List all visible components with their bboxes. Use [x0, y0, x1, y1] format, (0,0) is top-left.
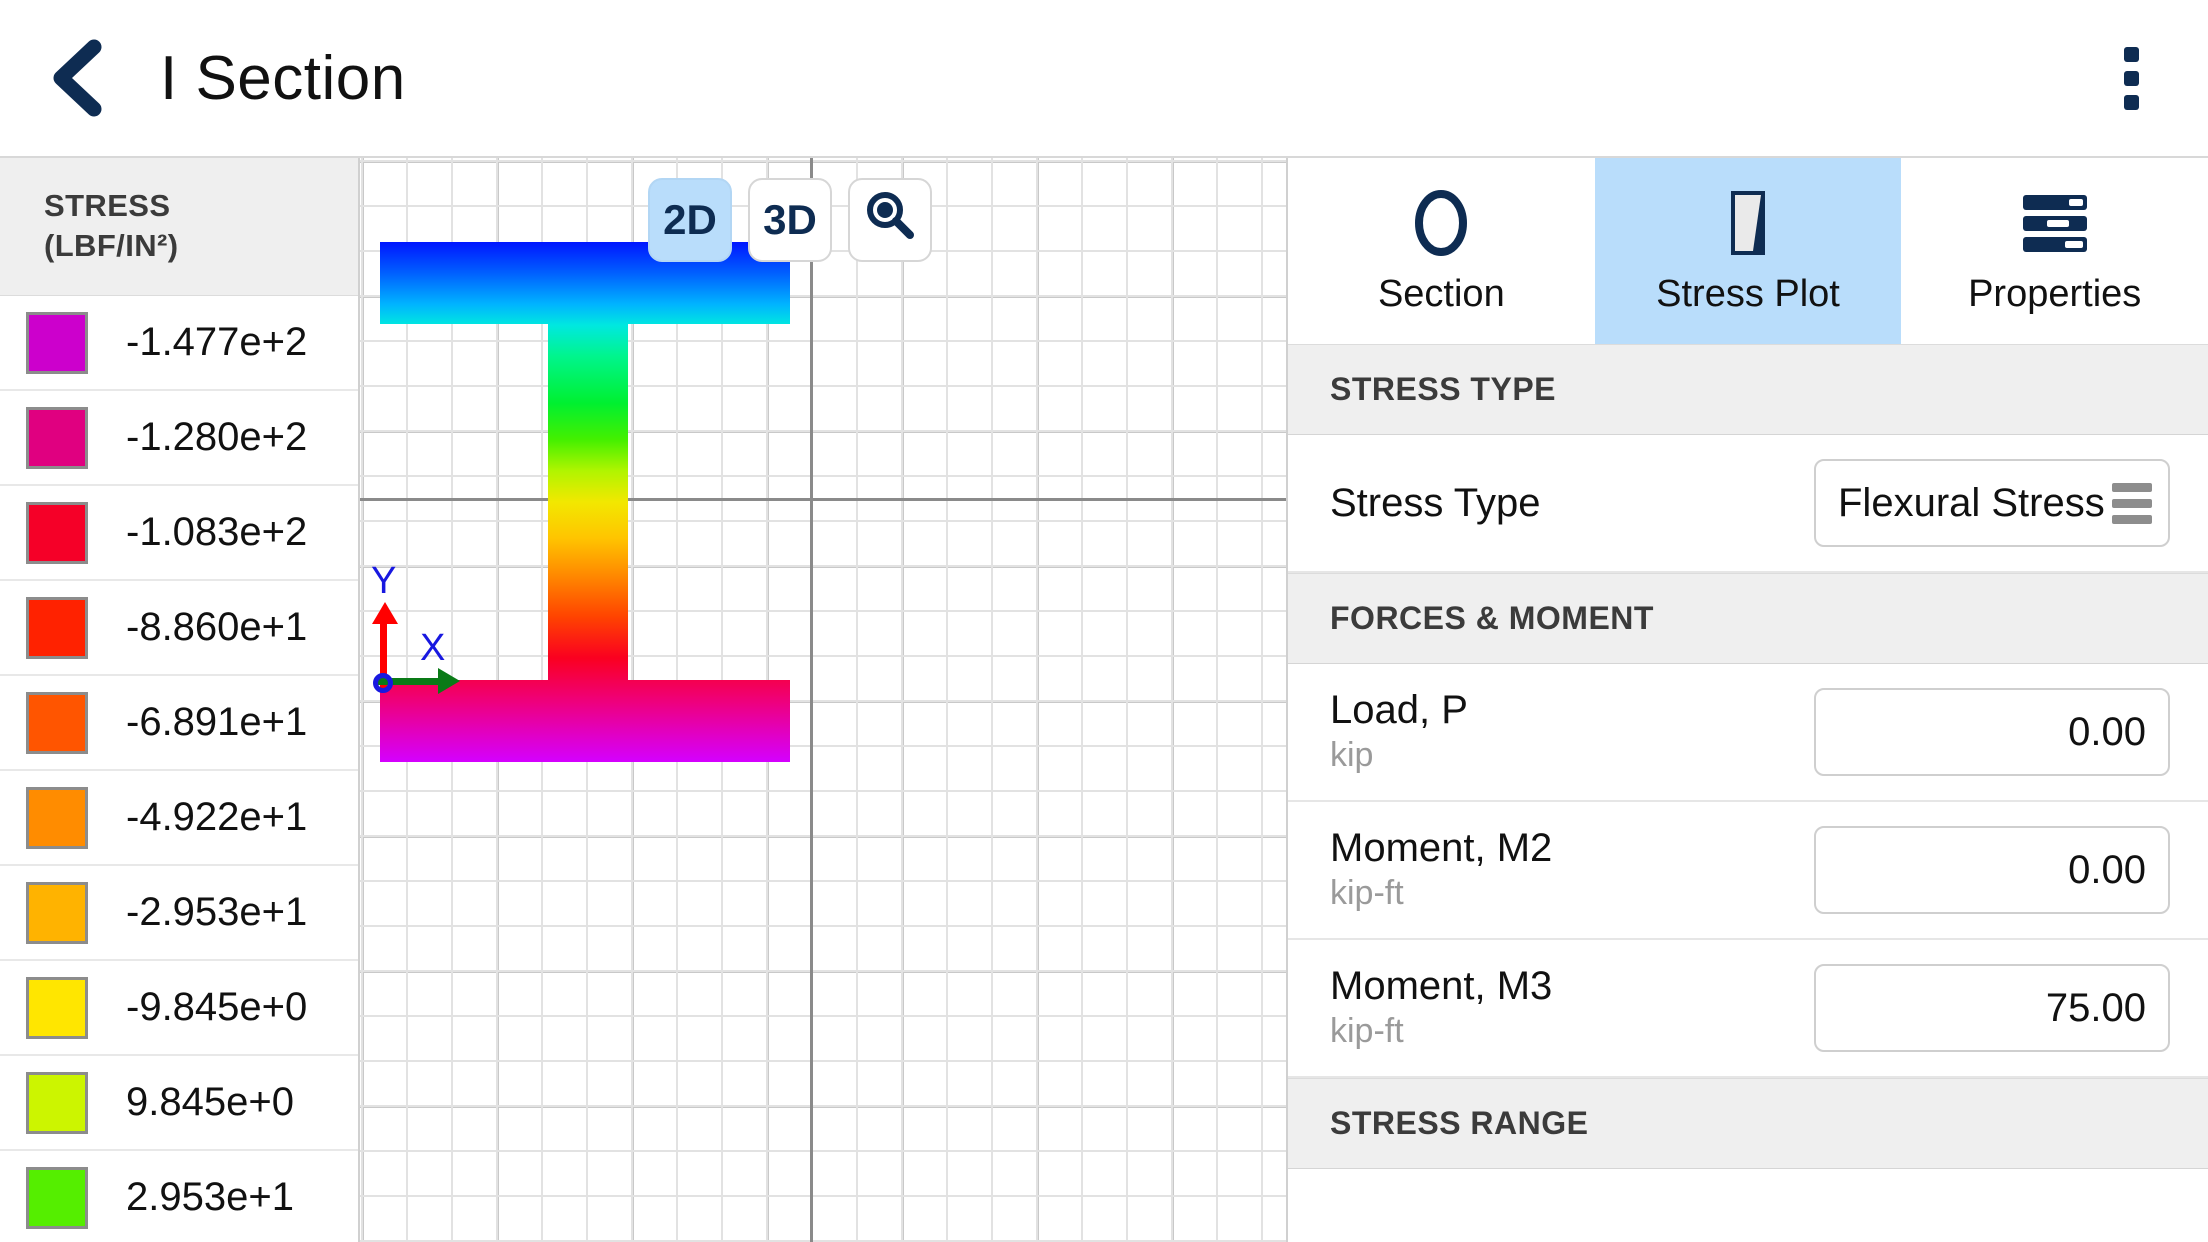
- load-p-row: Load, P kip 0.00: [1288, 664, 2208, 802]
- legend-value: -1.477e+2: [126, 320, 308, 365]
- legend-color-swatch: [26, 1071, 88, 1134]
- hamburger-icon: [2112, 482, 2152, 524]
- legend-row: -2.953e+1: [0, 866, 358, 962]
- legend-row: -8.860e+1: [0, 581, 358, 677]
- axis-x-label: X: [420, 627, 446, 669]
- moment-m3-label: Moment, M3: [1330, 963, 1553, 1008]
- legend-color-swatch: [26, 976, 88, 1039]
- i-section-web: [548, 324, 628, 680]
- zoom-button[interactable]: [848, 178, 932, 262]
- section-viewport[interactable]: Y X 2D 3D: [360, 158, 1286, 1242]
- legend-row: -1.083e+2: [0, 486, 358, 582]
- chevron-left-icon: [49, 39, 105, 117]
- stress-type-row: Stress Type Flexural Stress: [1288, 435, 2208, 573]
- app-body: STRESS (LBF/IN²) -1.477e+2 -1.280e+2 -1.08…: [0, 158, 2208, 1242]
- legend-value: -9.845e+0: [126, 985, 308, 1030]
- more-vertical-icon-dot: [2123, 70, 2139, 86]
- legend-value: -8.860e+1: [126, 605, 308, 650]
- more-vertical-icon-dot: [2123, 94, 2139, 110]
- moment-m2-unit: kip-ft: [1330, 873, 1404, 912]
- legend-row: -6.891e+1: [0, 676, 358, 772]
- panel-tabs: Section Stress Plot Properties: [1288, 158, 2208, 344]
- stress-type-label-group: Stress Type: [1330, 480, 1540, 526]
- tab-stress-plot[interactable]: Stress Plot: [1594, 158, 1902, 344]
- legend-color-swatch: [26, 596, 88, 659]
- app-root: I Section STRESS (LBF/IN²) -1.477e+2 -1.2…: [0, 0, 2208, 1242]
- legend-color-swatch: [26, 1166, 88, 1229]
- forces-section-header: FORCES & MOMENT: [1288, 573, 2208, 664]
- legend-row: 2.953e+1: [0, 1151, 358, 1242]
- legend-color-swatch: [26, 786, 88, 849]
- legend-value: -2.953e+1: [126, 890, 308, 935]
- tab-stress-plot-label: Stress Plot: [1656, 272, 1840, 315]
- view-2d-button[interactable]: 2D: [648, 178, 732, 262]
- legend-title-line2: (LBF/IN²): [44, 227, 179, 263]
- load-p-unit: kip: [1330, 735, 1374, 774]
- load-p-input[interactable]: 0.00: [1814, 688, 2170, 776]
- more-vertical-icon-dot: [2123, 46, 2139, 62]
- legend-color-swatch: [26, 311, 88, 374]
- back-button[interactable]: [22, 23, 132, 133]
- moment-m3-label-group: Moment, M3 kip-ft: [1330, 963, 1552, 1053]
- moment-m3-input[interactable]: 75.00: [1814, 964, 2170, 1052]
- legend-row: 9.845e+0: [0, 1056, 358, 1152]
- view-3d-button[interactable]: 3D: [748, 178, 832, 262]
- legend-value: 2.953e+1: [126, 1175, 294, 1220]
- axis-y-label: Y: [371, 560, 397, 602]
- stress-range-section-header: STRESS RANGE: [1288, 1078, 2208, 1169]
- legend-header: STRESS (LBF/IN²): [0, 158, 358, 297]
- legend-color-swatch: [26, 881, 88, 944]
- overflow-menu-button[interactable]: [2096, 28, 2166, 128]
- legend-value: -6.891e+1: [126, 700, 308, 745]
- load-p-label: Load, P: [1330, 687, 1468, 732]
- legend-row: -1.477e+2: [0, 296, 358, 392]
- moment-m3-unit: kip-ft: [1330, 1011, 1404, 1050]
- stress-type-section-header: STRESS TYPE: [1288, 344, 2208, 435]
- tab-properties[interactable]: Properties: [1901, 158, 2208, 344]
- stress-type-label: Stress Type: [1330, 481, 1541, 525]
- legend-row: -4.922e+1: [0, 771, 358, 867]
- moment-m2-label: Moment, M2: [1330, 825, 1553, 870]
- tab-section[interactable]: Section: [1288, 158, 1595, 344]
- ellipse-outline-icon: [1412, 187, 1470, 259]
- app-header: I Section: [0, 0, 2208, 158]
- viewport-axis-vertical: [810, 158, 813, 1242]
- legend-color-swatch: [26, 406, 88, 469]
- stress-type-select[interactable]: Flexural Stress: [1814, 459, 2170, 547]
- stress-plot-icon: [1718, 187, 1778, 259]
- axis-origin-marker: [373, 673, 393, 693]
- moment-m2-input[interactable]: 0.00: [1814, 826, 2170, 914]
- right-side-panel: Section Stress Plot Properties STRESS TY…: [1286, 158, 2208, 1242]
- axis-y-arrowhead: [372, 602, 398, 624]
- legend-value: 9.845e+0: [126, 1080, 294, 1125]
- legend-row: -9.845e+0: [0, 961, 358, 1057]
- legend-title-line1: STRESS: [44, 188, 171, 223]
- view-mode-toolbar: 2D 3D: [648, 178, 932, 262]
- legend-row: -1.280e+2: [0, 391, 358, 487]
- tab-properties-label: Properties: [1968, 272, 2142, 315]
- axis-x-arrowhead: [438, 668, 460, 694]
- stress-type-value: Flexural Stress: [1838, 480, 2105, 525]
- page-title: I Section: [160, 43, 406, 113]
- moment-m3-row: Moment, M3 kip-ft 75.00: [1288, 940, 2208, 1078]
- legend-value: -4.922e+1: [126, 795, 308, 840]
- axis-triad: Y X: [371, 560, 496, 694]
- load-p-label-group: Load, P kip: [1330, 687, 1468, 777]
- legend-value: -1.280e+2: [126, 415, 308, 460]
- legend-color-swatch: [26, 691, 88, 754]
- tab-section-label: Section: [1377, 272, 1505, 315]
- legend-color-swatch: [26, 501, 88, 564]
- magnifier-icon: [864, 189, 916, 251]
- legend-value: -1.083e+2: [126, 510, 308, 555]
- moment-m2-row: Moment, M2 kip-ft 0.00: [1288, 802, 2208, 940]
- stress-legend-panel[interactable]: STRESS (LBF/IN²) -1.477e+2 -1.280e+2 -1.08…: [0, 158, 360, 1242]
- moment-m2-label-group: Moment, M2 kip-ft: [1330, 825, 1552, 915]
- properties-list-icon: [2019, 187, 2091, 259]
- legend-row-list: -1.477e+2 -1.280e+2 -1.083e+2 -8.860e+1 -6.8…: [0, 296, 358, 1242]
